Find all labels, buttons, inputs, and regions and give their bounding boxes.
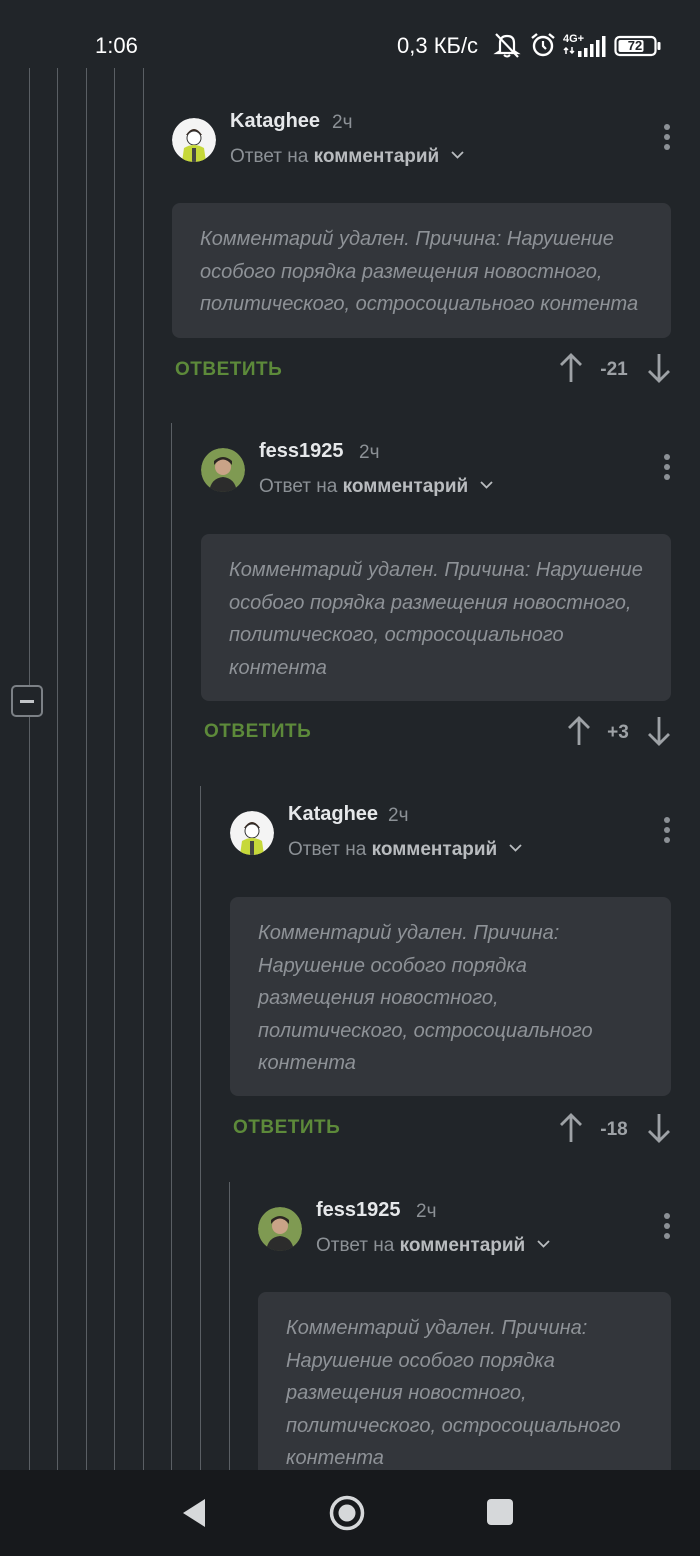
thread-line bbox=[86, 68, 87, 1470]
comment-username[interactable]: fess1925 bbox=[316, 1199, 401, 1222]
chevron-down-icon bbox=[508, 844, 522, 852]
reply-target: комментарий bbox=[371, 839, 498, 860]
upvote-icon[interactable] bbox=[559, 1113, 583, 1143]
deleted-comment-text: Комментарий удален. Причина: Нарушение о… bbox=[230, 897, 671, 1096]
reply-target: комментарий bbox=[313, 146, 440, 167]
reply-button[interactable]: ОТВЕТИТЬ bbox=[233, 1117, 340, 1139]
thread-line bbox=[114, 68, 115, 1470]
rating: -18 bbox=[559, 1113, 671, 1147]
rating-score: -18 bbox=[600, 1119, 628, 1140]
downvote-icon[interactable] bbox=[647, 716, 671, 746]
reply-button[interactable]: ОТВЕТИТЬ bbox=[204, 721, 311, 743]
reply-target: комментарий bbox=[399, 1235, 526, 1256]
downvote-icon[interactable] bbox=[647, 1113, 671, 1143]
chevron-down-icon bbox=[479, 481, 493, 489]
upvote-icon[interactable] bbox=[559, 353, 583, 383]
more-options-icon[interactable] bbox=[663, 124, 671, 154]
more-options-icon[interactable] bbox=[663, 817, 671, 847]
avatar[interactable] bbox=[230, 811, 274, 855]
thread-line bbox=[143, 68, 144, 1470]
comment-username[interactable]: Kataghee bbox=[230, 110, 320, 133]
thread-line bbox=[29, 68, 30, 1470]
thread-line bbox=[57, 68, 58, 1470]
comment-time: 2ч bbox=[332, 112, 353, 133]
rating-score: -21 bbox=[600, 359, 628, 380]
thread-line bbox=[200, 786, 201, 1470]
thread-line bbox=[229, 1182, 230, 1470]
reply-to[interactable]: Ответ на комментарий bbox=[230, 146, 464, 168]
alarm-icon bbox=[531, 33, 555, 57]
deleted-comment-text: Комментарий удален. Причина: Нарушение о… bbox=[172, 203, 671, 338]
more-options-icon[interactable] bbox=[663, 454, 671, 484]
deleted-comment-text: Комментарий удален. Причина: Нарушение о… bbox=[258, 1292, 671, 1491]
system-nav-bar bbox=[0, 1470, 700, 1556]
downvote-icon[interactable] bbox=[647, 353, 671, 383]
mute-icon bbox=[493, 33, 521, 58]
avatar[interactable] bbox=[201, 448, 245, 492]
comment-time: 2ч bbox=[416, 1201, 437, 1222]
status-time: 1:06 bbox=[95, 33, 138, 58]
comment: fess1925 2ч Ответ на комментарий Коммент… bbox=[201, 440, 671, 750]
status-bar: 1:06 0,3 КБ/с 4G+ 72 bbox=[0, 0, 700, 68]
back-icon[interactable] bbox=[180, 1497, 208, 1529]
comment-time: 2ч bbox=[359, 442, 380, 463]
reply-to[interactable]: Ответ на комментарий bbox=[316, 1235, 550, 1257]
reply-to[interactable]: Ответ на комментарий bbox=[259, 476, 493, 498]
home-icon[interactable] bbox=[329, 1495, 365, 1531]
comment-username[interactable]: fess1925 bbox=[259, 440, 344, 463]
rating: -21 bbox=[559, 353, 671, 387]
upvote-icon[interactable] bbox=[567, 716, 591, 746]
comment: Kataghee 2ч Ответ на комментарий Коммент… bbox=[172, 110, 671, 388]
rating: +3 bbox=[567, 716, 671, 750]
signal-icon bbox=[563, 36, 606, 57]
comment-username[interactable]: Kataghee bbox=[288, 803, 378, 826]
avatar[interactable] bbox=[172, 118, 216, 162]
rating-score: +3 bbox=[607, 722, 629, 743]
thread-line bbox=[171, 423, 172, 1470]
comment: Kataghee 2ч Ответ на комментарий Коммент… bbox=[230, 803, 671, 1147]
chevron-down-icon bbox=[536, 1240, 550, 1248]
battery-level: 72 bbox=[627, 38, 643, 53]
reply-to[interactable]: Ответ на комментарий bbox=[288, 839, 522, 861]
status-net-speed: 0,3 КБ/с bbox=[397, 33, 479, 58]
avatar[interactable] bbox=[258, 1207, 302, 1251]
more-options-icon[interactable] bbox=[663, 1213, 671, 1243]
reply-button[interactable]: ОТВЕТИТЬ bbox=[175, 359, 282, 381]
collapse-thread-button[interactable] bbox=[11, 685, 43, 717]
reply-target: комментарий bbox=[342, 476, 469, 497]
deleted-comment-text: Комментарий удален. Причина: Нарушение о… bbox=[201, 534, 671, 701]
recents-icon[interactable] bbox=[486, 1498, 514, 1526]
chevron-down-icon bbox=[450, 151, 464, 159]
comment-time: 2ч bbox=[388, 805, 409, 826]
